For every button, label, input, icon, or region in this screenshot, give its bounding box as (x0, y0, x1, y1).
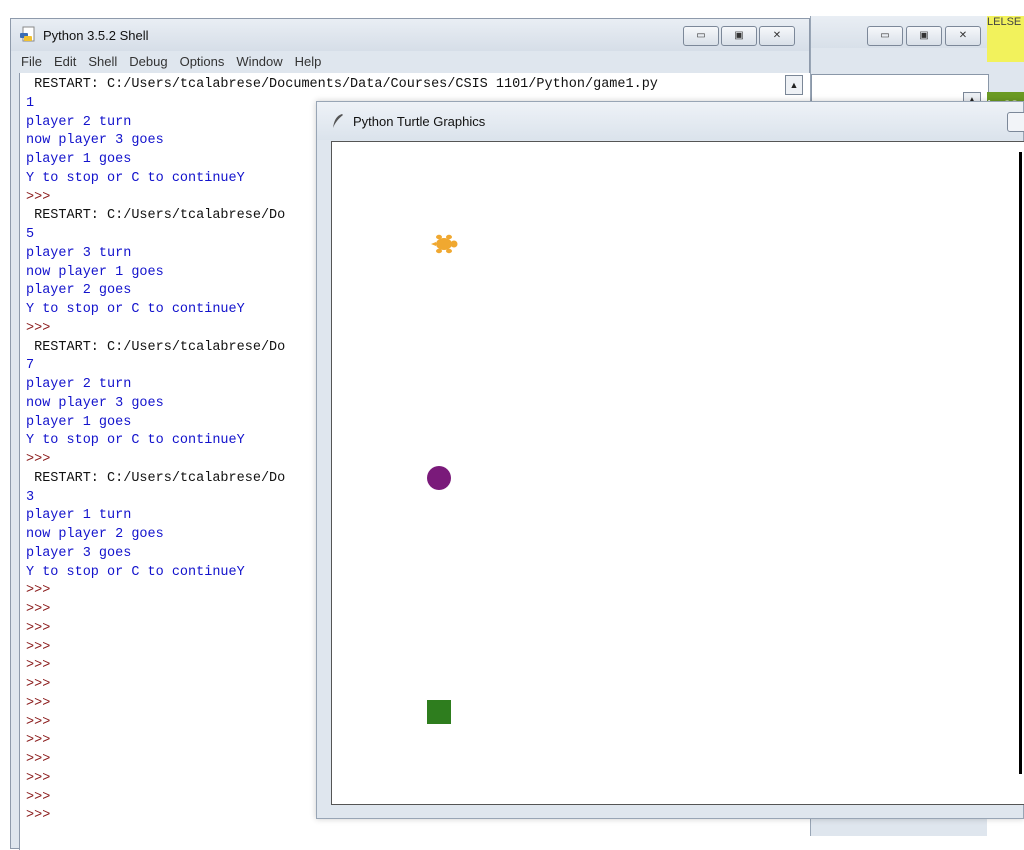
yellow-label: LELSE (987, 16, 1024, 62)
turtle-graphics-window: Python Turtle Graphics (316, 101, 1024, 819)
menu-edit[interactable]: Edit (54, 54, 76, 69)
shell-line: RESTART: C:/Users/tcalabrese/Documents/D… (26, 77, 658, 92)
canvas-drawing (427, 234, 458, 724)
menu-debug[interactable]: Debug (129, 54, 167, 69)
close-button[interactable]: ✕ (759, 26, 795, 46)
background-window-controls: ▭ ▣ ✕ (867, 26, 981, 46)
maximize-button[interactable]: ▣ (721, 26, 757, 46)
canvas-edge-line (1019, 152, 1022, 774)
turtle-icon (431, 234, 458, 254)
minimize-button[interactable]: ▭ (867, 26, 903, 46)
shell-titlebar: Python 3.5.2 Shell ▭ ▣ ✕ (11, 19, 809, 51)
shell-title: Python 3.5.2 Shell (43, 27, 149, 43)
minimize-button[interactable] (1007, 112, 1024, 132)
turtle-canvas[interactable] (331, 141, 1024, 805)
menu-help[interactable]: Help (295, 54, 322, 69)
menu-window[interactable]: Window (236, 54, 282, 69)
close-button[interactable]: ✕ (945, 26, 981, 46)
feather-icon (333, 114, 343, 128)
menu-options[interactable]: Options (180, 54, 225, 69)
turtle-window-title: Python Turtle Graphics (353, 113, 486, 129)
minimize-button[interactable]: ▭ (683, 26, 719, 46)
python-file-icon (20, 26, 35, 42)
maximize-button[interactable]: ▣ (906, 26, 942, 46)
shell-menubar: File Edit Shell Debug Options Window Hel… (11, 51, 809, 71)
turtle-titlebar: Python Turtle Graphics (317, 102, 1024, 140)
menu-file[interactable]: File (21, 54, 42, 69)
menu-shell[interactable]: Shell (88, 54, 117, 69)
square-shape (427, 700, 451, 724)
shell-window-controls: ▭ ▣ ✕ (683, 26, 795, 46)
circle-shape (427, 466, 451, 490)
scroll-up-arrow-icon[interactable]: ▲ (785, 75, 803, 95)
